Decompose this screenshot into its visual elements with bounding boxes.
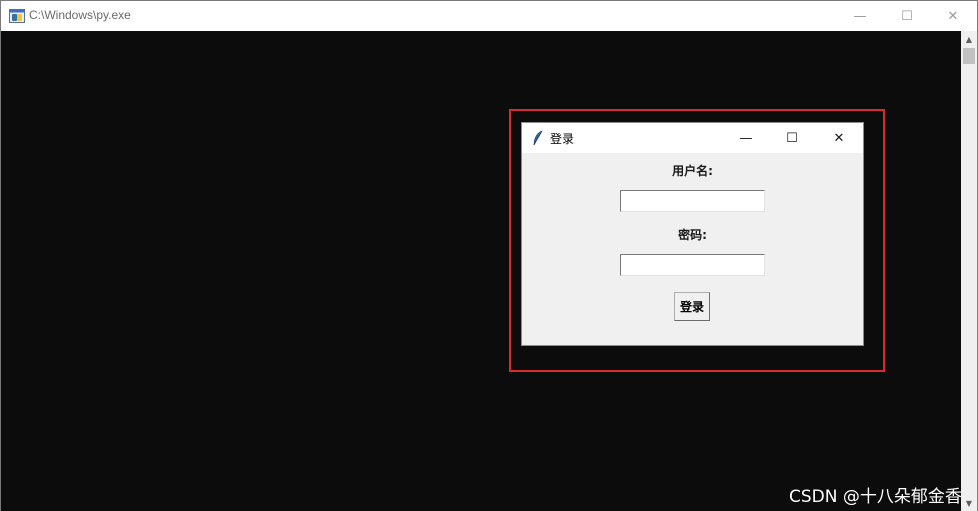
dialog-minimize-button[interactable]: — [723, 123, 769, 153]
password-input[interactable] [620, 254, 765, 276]
python-console-icon [9, 9, 25, 23]
password-label: 密码: [678, 228, 707, 242]
console-minimize-button[interactable]: — [837, 1, 883, 31]
dialog-title: 登录 [550, 132, 575, 146]
login-button[interactable]: 登录 [674, 292, 710, 321]
minimize-icon: — [853, 8, 867, 24]
dialog-titlebar[interactable]: 登录 — ☐ ✕ [522, 123, 863, 153]
scroll-up-icon[interactable]: ▲ [961, 31, 977, 47]
console-scrollbar[interactable]: ▲ ▼ [961, 31, 977, 511]
console-maximize-button[interactable]: ☐ [884, 1, 930, 31]
tk-feather-icon [533, 130, 543, 146]
console-titlebar[interactable]: C:\Windows\py.exe — ☐ ✕ [1, 1, 977, 31]
watermark: CSDN @十八朵郁金香 [789, 487, 962, 507]
username-input[interactable] [620, 190, 765, 212]
login-dialog: 登录 — ☐ ✕ 用户名: 密码: 登录 [521, 122, 864, 346]
maximize-icon: ☐ [901, 8, 913, 24]
console-title: C:\Windows\py.exe [29, 8, 131, 22]
scroll-down-icon[interactable]: ▼ [961, 495, 977, 511]
close-icon: ✕ [833, 130, 845, 146]
scrollbar-thumb[interactable] [963, 48, 975, 64]
username-label: 用户名: [672, 164, 713, 178]
dialog-close-button[interactable]: ✕ [816, 123, 862, 153]
dialog-maximize-button[interactable]: ☐ [769, 123, 815, 153]
minimize-icon: — [739, 130, 753, 146]
close-icon: ✕ [947, 8, 959, 24]
console-close-button[interactable]: ✕ [930, 1, 976, 31]
maximize-icon: ☐ [786, 130, 798, 146]
